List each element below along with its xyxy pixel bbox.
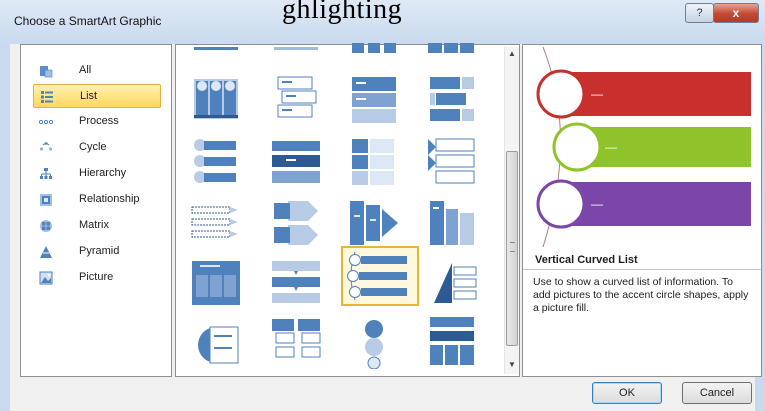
gallery-thumbnail[interactable] [268,0,328,57]
gallery-thumbnail[interactable] [188,71,248,131]
hierarchy-icon [40,168,52,179]
pyramid-icon [40,246,52,258]
gallery-thumbnail-vertical-curved-list[interactable] [341,246,419,306]
gallery-thumbnail[interactable] [346,0,406,57]
gallery-thumbnail[interactable] [188,195,248,255]
gallery-thumbnail[interactable] [268,195,328,255]
scroll-down-arrow-icon[interactable]: ▼ [507,360,517,372]
gallery-thumbnail[interactable] [346,313,406,373]
help-button[interactable]: ? [685,3,714,23]
matrix-icon [40,220,52,232]
preview-circle-1 [536,69,586,119]
category-list: All List Process Cycle Hierarchy Relatio… [20,44,172,377]
gallery-thumbnail[interactable] [188,255,248,315]
category-item-hierarchy[interactable]: Hierarchy [33,162,161,186]
gallery-thumbnail[interactable] [424,0,484,57]
gallery-thumbnail[interactable] [424,133,484,193]
gallery-thumbnail[interactable] [424,195,484,255]
dialog-frame: All List Process Cycle Hierarchy Relatio… [0,43,765,411]
gallery-thumbnail[interactable] [424,71,484,131]
gallery-thumbnail[interactable] [424,313,484,373]
process-icon [39,119,53,125]
window-title: Choose a SmartArt Graphic [14,14,162,28]
preview-pane: — — — Vertical Curved List Use to show a… [522,44,762,377]
gallery-thumbnail[interactable] [188,133,248,193]
gallery-thumbnail[interactable] [346,71,406,131]
gallery-thumbnail[interactable] [268,133,328,193]
category-item-all[interactable]: All [33,59,161,83]
preview-layout-name: Vertical Curved List [535,254,638,266]
dialog-body: All List Process Cycle Hierarchy Relatio… [10,43,762,411]
relationship-icon [40,194,52,206]
vertical-curved-list-preview: — — — [536,47,751,247]
category-item-matrix[interactable]: Matrix [33,214,161,238]
category-item-picture[interactable]: Picture [33,266,161,290]
scroll-up-arrow-icon[interactable]: ▲ [507,49,517,61]
preview-bar-text-2: — [605,140,617,154]
gallery-thumbnail[interactable] [188,0,248,57]
gallery-thumbnail[interactable] [424,255,484,315]
cancel-button[interactable]: Cancel [682,382,752,404]
picture-icon [39,271,53,285]
preview-description: Use to show a curved list of information… [523,269,761,376]
preview-circle-2 [552,122,602,172]
gallery-thumbnail[interactable] [268,71,328,131]
all-icon [40,66,53,78]
gallery-thumbnail[interactable] [188,313,248,373]
grip-icon [510,242,515,252]
list-icon [41,91,53,103]
category-item-relationship[interactable]: Relationship [33,188,161,212]
preview-circle-3 [536,179,586,229]
category-item-cycle[interactable]: Cycle [33,136,161,160]
gallery-thumbnail[interactable] [268,313,328,373]
layout-gallery: ▲ ▼ [175,43,520,377]
scrollbar-thumb[interactable] [506,151,518,346]
category-item-process[interactable]: Process [33,110,161,134]
gallery-scrollbar[interactable]: ▲ ▼ [504,47,519,374]
ok-button[interactable]: OK [592,382,662,404]
cycle-icon [39,141,53,151]
category-item-pyramid[interactable]: Pyramid [33,240,161,264]
gallery-thumbnail[interactable] [268,255,328,315]
gallery-thumbnail[interactable] [346,133,406,193]
preview-bar-text-3: — [591,197,603,211]
close-button[interactable]: x [713,3,759,23]
preview-bar-text-1: — [591,87,603,101]
category-item-list[interactable]: List [33,84,161,108]
